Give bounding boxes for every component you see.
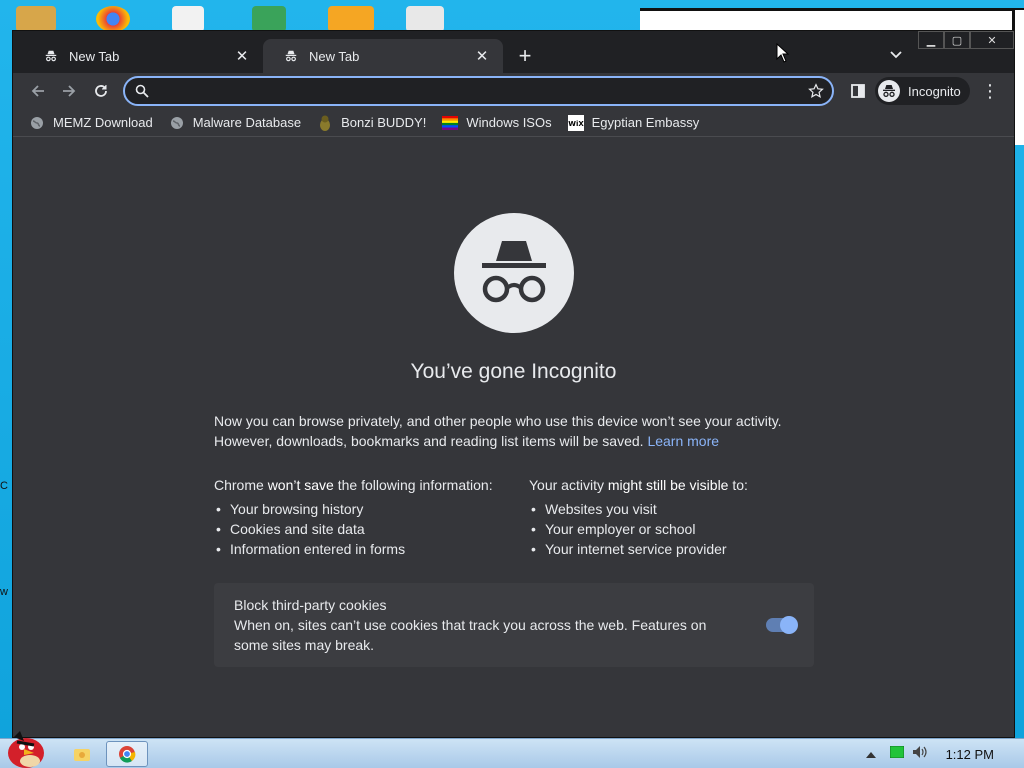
forward-arrow-icon[interactable] [56, 78, 82, 104]
start-button-angry-bird-icon[interactable] [0, 727, 50, 768]
desktop-paint-strip [640, 8, 1024, 32]
visible-to-heading: Your activity might still be visible to: [529, 475, 748, 495]
list-item: Information entered in forms [214, 539, 493, 559]
bookmark-bonzi-buddy[interactable]: Bonzi BUDDY! [317, 115, 426, 131]
page-title: You’ve gone Incognito [410, 360, 617, 383]
bookmark-star-icon[interactable] [808, 83, 824, 99]
wont-save-heading-pre: Chrome [214, 477, 268, 493]
window-controls: ▁ ▢ ✕ [918, 31, 1014, 49]
kebab-menu-icon[interactable]: ⋮ [978, 78, 1002, 104]
desktop-document-icon[interactable] [406, 6, 444, 32]
visible-to-column: Your activity might still be visible to:… [529, 475, 748, 559]
toolbar: Incognito ⋮ [13, 73, 1014, 109]
bookmark-label: Egyptian Embassy [591, 115, 700, 130]
mouse-cursor-icon [776, 43, 790, 63]
list-item: Your internet service provider [529, 539, 748, 559]
new-tab-plus-icon[interactable]: + [513, 45, 537, 69]
tray-arrow-up-icon[interactable] [865, 745, 876, 763]
bookmark-label: Bonzi BUDDY! [341, 115, 427, 130]
visible-to-heading-post: to: [728, 477, 748, 493]
incognito-page: You’ve gone Incognito Now you can browse… [13, 138, 1014, 737]
taskbar-chrome-button[interactable] [106, 741, 148, 767]
globe-icon [169, 115, 185, 131]
desktop-chrome-icon[interactable] [96, 6, 130, 32]
omnibox-input[interactable] [157, 81, 797, 101]
bookmark-label: MEMZ Download [53, 115, 153, 130]
taskbar-clock[interactable]: 1:12 PM [946, 747, 994, 762]
bookmarks-bar: MEMZ Download Malware Database Bonzi BUD… [13, 109, 1014, 137]
visible-to-heading-pre: Your activity [529, 477, 608, 493]
back-arrow-icon[interactable] [25, 78, 51, 104]
globe-icon [29, 115, 45, 131]
search-icon [135, 84, 149, 98]
network-icon[interactable] [889, 745, 905, 763]
tab-search-chevron-icon[interactable] [886, 45, 906, 65]
bookmark-label: Windows ISOs [466, 115, 552, 130]
desktop-edge-label: w [0, 586, 8, 598]
tab-strip: New Tab ✕ New Tab ✕ + ▁ ▢ ✕ [13, 31, 1014, 73]
bookmark-memz-download[interactable]: MEMZ Download [29, 115, 153, 131]
desktop-shield-icon[interactable] [252, 6, 286, 32]
tab-title: New Tab [69, 48, 120, 64]
tab-title: New Tab [309, 48, 360, 64]
block-cookies-toggle[interactable] [766, 616, 798, 634]
minimize-icon[interactable]: ▁ [918, 31, 944, 49]
side-panel-icon[interactable] [845, 78, 871, 104]
list-item: Websites you visit [529, 499, 748, 519]
desktop-game-icon[interactable] [328, 6, 374, 32]
bookmark-malware-database[interactable]: Malware Database [169, 115, 301, 131]
wont-save-list: Your browsing history Cookies and site d… [214, 499, 493, 559]
list-item: Your employer or school [529, 519, 748, 539]
wont-save-heading-post: the following information: [333, 477, 493, 493]
omnibox[interactable] [123, 76, 834, 106]
cookies-title: Block third-party cookies [234, 597, 387, 613]
incognito-tab-icon [283, 48, 299, 64]
close-tab-icon[interactable]: ✕ [233, 47, 251, 65]
incognito-profile-chip[interactable]: Incognito [875, 77, 970, 105]
reload-icon[interactable] [88, 78, 114, 104]
bookmark-egyptian-embassy[interactable]: WiX Egyptian Embassy [567, 114, 700, 131]
tab-1[interactable]: New Tab ✕ [23, 39, 263, 73]
bonzi-icon [317, 115, 333, 131]
cookies-description: When on, sites can’t use cookies that tr… [234, 617, 707, 653]
wont-save-heading: Chrome won’t save the following informat… [214, 475, 493, 495]
close-tab-icon[interactable]: ✕ [473, 47, 491, 65]
taskbar: 1:12 PM [0, 731, 1024, 768]
learn-more-link[interactable]: Learn more [647, 433, 719, 449]
list-item: Your browsing history [214, 499, 493, 519]
bookmark-windows-isos[interactable]: Windows ISOs [442, 115, 552, 131]
maximize-icon[interactable]: ▢ [944, 31, 970, 49]
wont-save-heading-bold: won’t save [267, 477, 334, 493]
wont-save-column: Chrome won’t save the following informat… [214, 475, 493, 559]
third-party-cookies-card: Block third-party cookies When on, sites… [214, 583, 814, 667]
chrome-icon [119, 746, 136, 763]
svg-text:WiX: WiX [568, 120, 584, 128]
incognito-spy-icon [454, 213, 574, 333]
close-window-icon[interactable]: ✕ [970, 31, 1014, 49]
incognito-tab-icon [43, 48, 59, 64]
explorer-folder-icon[interactable] [72, 741, 92, 767]
visible-to-heading-bold: might still be visible [607, 477, 729, 493]
desktop-solitaire-icon[interactable] [172, 6, 204, 32]
wix-icon: WiX [567, 114, 584, 131]
volume-icon[interactable] [912, 745, 928, 764]
system-tray: 1:12 PM [865, 739, 1024, 768]
incognito-avatar-icon [878, 80, 900, 102]
tab-2[interactable]: New Tab ✕ [263, 39, 503, 73]
profile-label: Incognito [908, 83, 961, 99]
bookmark-label: Malware Database [192, 115, 302, 130]
intro-paragraph: Now you can browse privately, and other … [214, 411, 814, 451]
visible-to-list: Websites you visit Your employer or scho… [529, 499, 748, 559]
browser-window: New Tab ✕ New Tab ✕ + ▁ ▢ ✕ Incognito ⋮ … [12, 30, 1015, 738]
list-item: Cookies and site data [214, 519, 493, 539]
rainbow-flag-icon [442, 115, 459, 131]
desktop-edge-label: C [0, 480, 8, 492]
toggle-knob [780, 616, 798, 634]
desktop-folder-icon[interactable] [16, 6, 56, 32]
